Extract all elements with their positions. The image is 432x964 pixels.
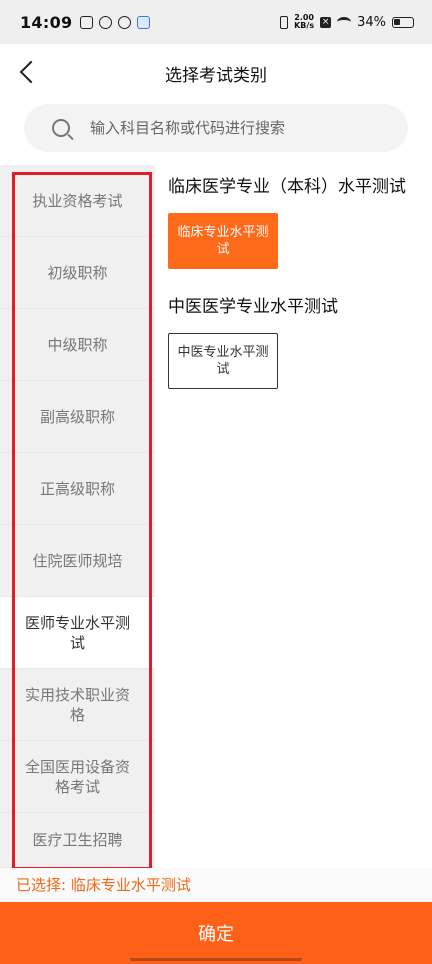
sidebar-item-label: 中级职称 — [47, 335, 108, 354]
option-clinical-proficiency[interactable]: 临床专业水平测试 — [168, 213, 278, 269]
sidebar-item-recruitment[interactable]: 医疗卫生招聘 — [0, 813, 155, 868]
home-indicator[interactable] — [130, 958, 302, 961]
selected-summary: 已选择: 临床专业水平测试 — [0, 868, 432, 902]
search-input[interactable] — [90, 119, 390, 137]
net-speed-unit: KB/s — [294, 21, 315, 30]
sidebar-item-label: 住院医师规培 — [32, 551, 123, 570]
status-bar: 14:09 2.00 KB/s × 34% — [0, 0, 432, 44]
sidebar-item-junior-title[interactable]: 初级职称 — [0, 237, 155, 309]
wifi-icon — [337, 17, 352, 27]
search-box[interactable] — [24, 104, 408, 152]
sidebar-item-physician-proficiency[interactable]: 医师专业水平测试 — [0, 597, 155, 669]
sidebar-item-intermediate-title[interactable]: 中级职称 — [0, 309, 155, 381]
sidebar-item-label: 执业资格考试 — [32, 191, 123, 210]
sidebar-item-label: 副高级职称 — [39, 407, 115, 426]
status-right: 2.00 KB/s × 34% — [280, 14, 414, 30]
sidebar-item-label: 医疗卫生招聘 — [32, 831, 123, 849]
sidebar-item-applied-technology[interactable]: 实用技术职业资格 — [0, 669, 155, 741]
sidebar-item-senior-title[interactable]: 正高级职称 — [0, 453, 155, 525]
net-speed: 2.00 KB/s — [294, 14, 314, 30]
status-notification-icons — [80, 15, 151, 29]
app-badge-icon — [137, 15, 151, 29]
sidebar-item-practice-qualification[interactable]: 执业资格考试 — [0, 165, 155, 237]
section-title-tcm: 中医医学专业水平测试 — [168, 297, 338, 317]
sidebar-item-medical-equipment[interactable]: 全国医用设备资格考试 — [0, 741, 155, 813]
sidebar-item-label: 初级职称 — [47, 263, 108, 282]
sidebar-item-residency-training[interactable]: 住院医师规培 — [0, 525, 155, 597]
option-tcm-proficiency[interactable]: 中医专业水平测试 — [168, 333, 278, 389]
option-label: 中医专业水平测试 — [177, 345, 269, 377]
search-icon — [52, 119, 70, 137]
status-time: 14:09 — [20, 12, 73, 32]
app-icon — [99, 15, 113, 29]
sidebar-item-associate-senior-title[interactable]: 副高级职称 — [0, 381, 155, 453]
sidebar-item-label: 正高级职称 — [39, 479, 115, 498]
sidebar-item-label: 全国医用设备资格考试 — [24, 757, 130, 796]
page-title: 选择考试类别 — [165, 66, 267, 86]
exam-options: 临床医学专业（本科）水平测试 临床专业水平测试 中医医学专业水平测试 中医专业水… — [168, 175, 418, 389]
section-title-clinical: 临床医学专业（本科）水平测试 — [168, 177, 406, 197]
close-box-icon: × — [320, 16, 332, 28]
confirm-button[interactable]: 确定 — [0, 902, 432, 964]
sync-icon — [118, 15, 132, 29]
message-icon — [80, 15, 94, 29]
battery-percent: 34% — [357, 14, 386, 30]
option-label: 临床专业水平测试 — [177, 225, 269, 257]
category-sidebar: 执业资格考试 初级职称 中级职称 副高级职称 正高级职称 住院医师规培 医师专业… — [0, 165, 155, 868]
confirm-label: 确定 — [198, 924, 234, 945]
vibrate-icon — [280, 15, 289, 29]
battery-icon — [392, 16, 414, 28]
header: 选择考试类别 — [0, 44, 432, 100]
sidebar-item-label: 医师专业水平测试 — [24, 613, 130, 652]
sidebar-item-label: 实用技术职业资格 — [24, 685, 130, 724]
